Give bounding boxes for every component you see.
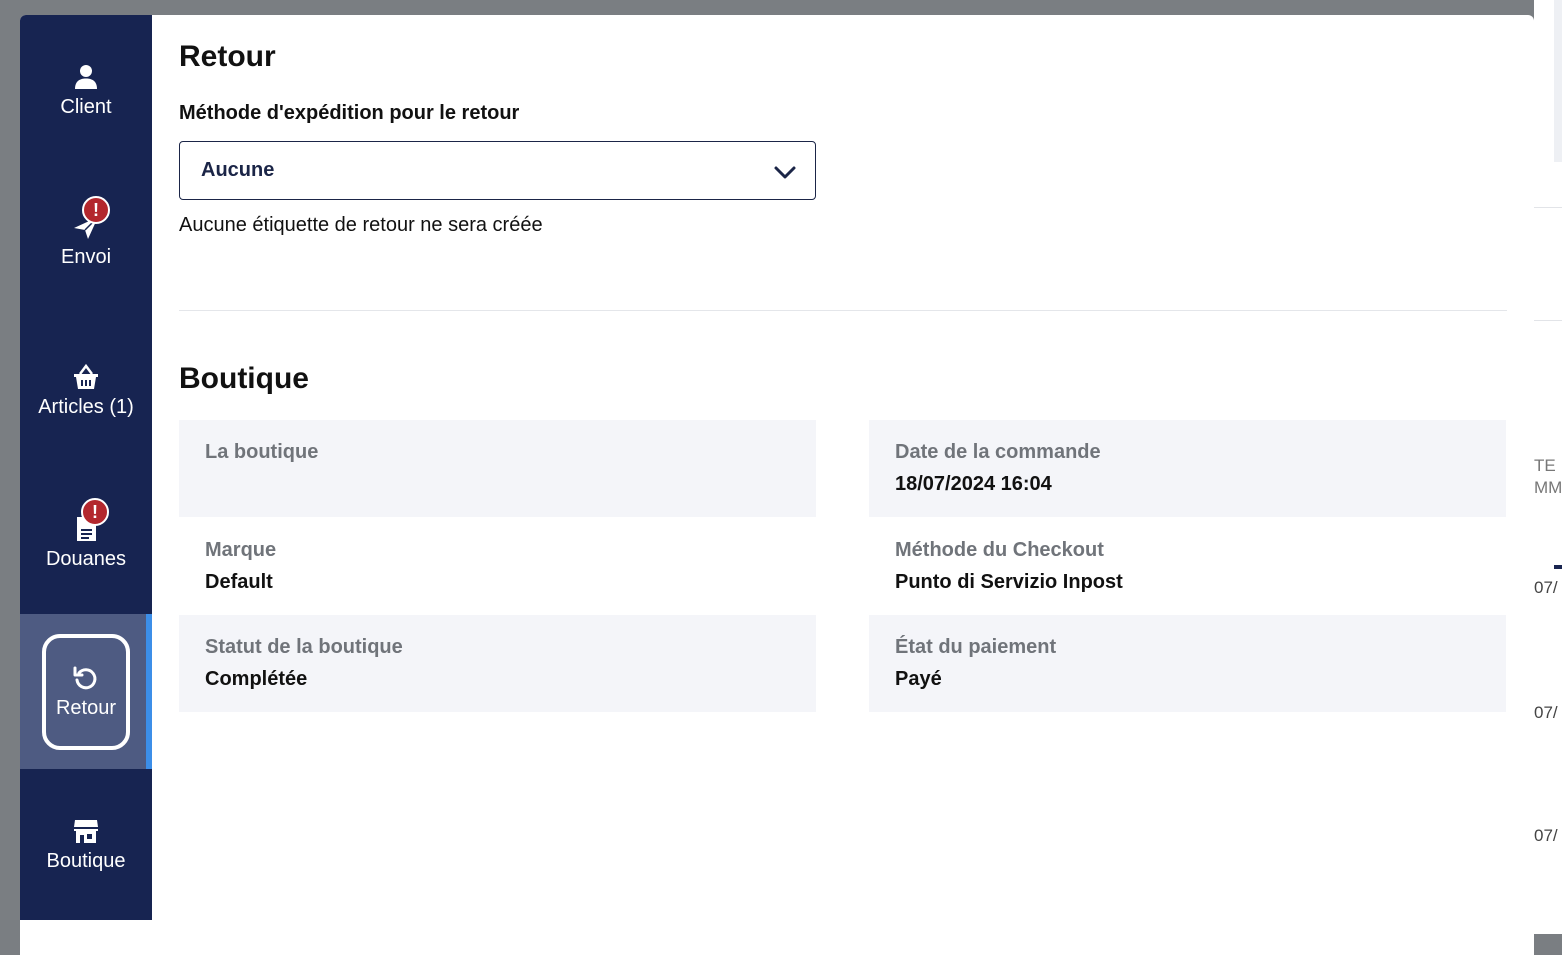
active-indicator xyxy=(146,614,152,769)
background-cell: 07/ xyxy=(1534,578,1558,597)
sidebar-item-retour[interactable]: Retour xyxy=(20,614,152,769)
sidebar-item-label: Boutique xyxy=(46,849,126,872)
sidebar-item-envoi[interactable]: ! Envoi xyxy=(20,165,152,315)
sidebar-item-client[interactable]: Client xyxy=(20,15,152,165)
field-value: 18/07/2024 16:04 xyxy=(895,473,1052,495)
sidebar-item-label: Envoi xyxy=(60,245,112,268)
background-column-header: TE MM xyxy=(1534,456,1562,497)
store-icon xyxy=(71,816,101,846)
boutique-section-title: Boutique xyxy=(179,362,309,395)
order-date-field: Date de la commande 18/07/2024 16:04 xyxy=(869,420,1506,517)
basket-icon xyxy=(71,362,101,392)
paper-plane-icon: ! xyxy=(71,195,110,242)
sidebar-item-label: Client xyxy=(60,95,112,118)
field-value: Complétée xyxy=(205,668,308,690)
focus-ring: Retour xyxy=(42,633,130,750)
field-value: Punto di Servizio Inpost xyxy=(895,571,1123,593)
document-icon: ! xyxy=(71,497,109,544)
background-divider xyxy=(1534,320,1562,321)
background-cell: 07/ xyxy=(1534,826,1558,845)
sidebar-item-articles[interactable]: Articles (1) xyxy=(20,315,152,465)
alert-badge: ! xyxy=(82,195,110,224)
chevron-down-icon xyxy=(773,160,797,184)
sidebar-item-label: Retour xyxy=(55,697,117,719)
undo-icon xyxy=(71,663,101,693)
sidebar-nav: Client ! Envoi Articles (1) ! Douanes Re… xyxy=(20,15,152,920)
field-label: État du paiement xyxy=(895,636,1057,658)
background-strip xyxy=(1554,0,1562,162)
section-divider xyxy=(179,310,1507,311)
field-label: Marque xyxy=(205,539,277,561)
sidebar-item-douanes[interactable]: ! Douanes xyxy=(20,467,152,617)
brand-field: Marque Default xyxy=(179,518,816,615)
alert-badge: ! xyxy=(81,497,109,526)
sidebar-item-label: Douanes xyxy=(45,547,127,570)
field-label: Méthode du Checkout xyxy=(895,539,1104,561)
shop-field: La boutique xyxy=(179,420,816,517)
return-method-select[interactable]: Aucune xyxy=(179,141,816,200)
return-method-value: Aucune xyxy=(201,159,275,181)
return-method-helper: Aucune étiquette de retour ne sera créée xyxy=(179,214,543,236)
order-detail-modal: Client ! Envoi Articles (1) ! Douanes Re… xyxy=(20,15,1534,955)
background-underline xyxy=(1554,565,1562,569)
field-value: Payé xyxy=(895,668,942,690)
background-page: TE MM 07/ 07/ 07/ xyxy=(1534,0,1562,934)
payment-status-field: État du paiement Payé xyxy=(869,615,1506,712)
retour-section-title: Retour xyxy=(179,40,276,73)
field-value: Default xyxy=(205,571,273,593)
field-label: Date de la commande xyxy=(895,441,1101,463)
field-label: La boutique xyxy=(205,441,319,463)
checkout-method-field: Méthode du Checkout Punto di Servizio In… xyxy=(869,518,1506,615)
background-cell: 07/ xyxy=(1534,703,1558,722)
background-divider xyxy=(1534,207,1562,208)
sidebar-item-boutique[interactable]: Boutique xyxy=(20,769,152,919)
person-icon xyxy=(71,62,101,92)
sidebar-item-label: Articles (1) xyxy=(38,395,134,418)
shop-status-field: Statut de la boutique Complétée xyxy=(179,615,816,712)
return-method-label: Méthode d'expédition pour le retour xyxy=(179,102,520,124)
field-label: Statut de la boutique xyxy=(205,636,403,658)
